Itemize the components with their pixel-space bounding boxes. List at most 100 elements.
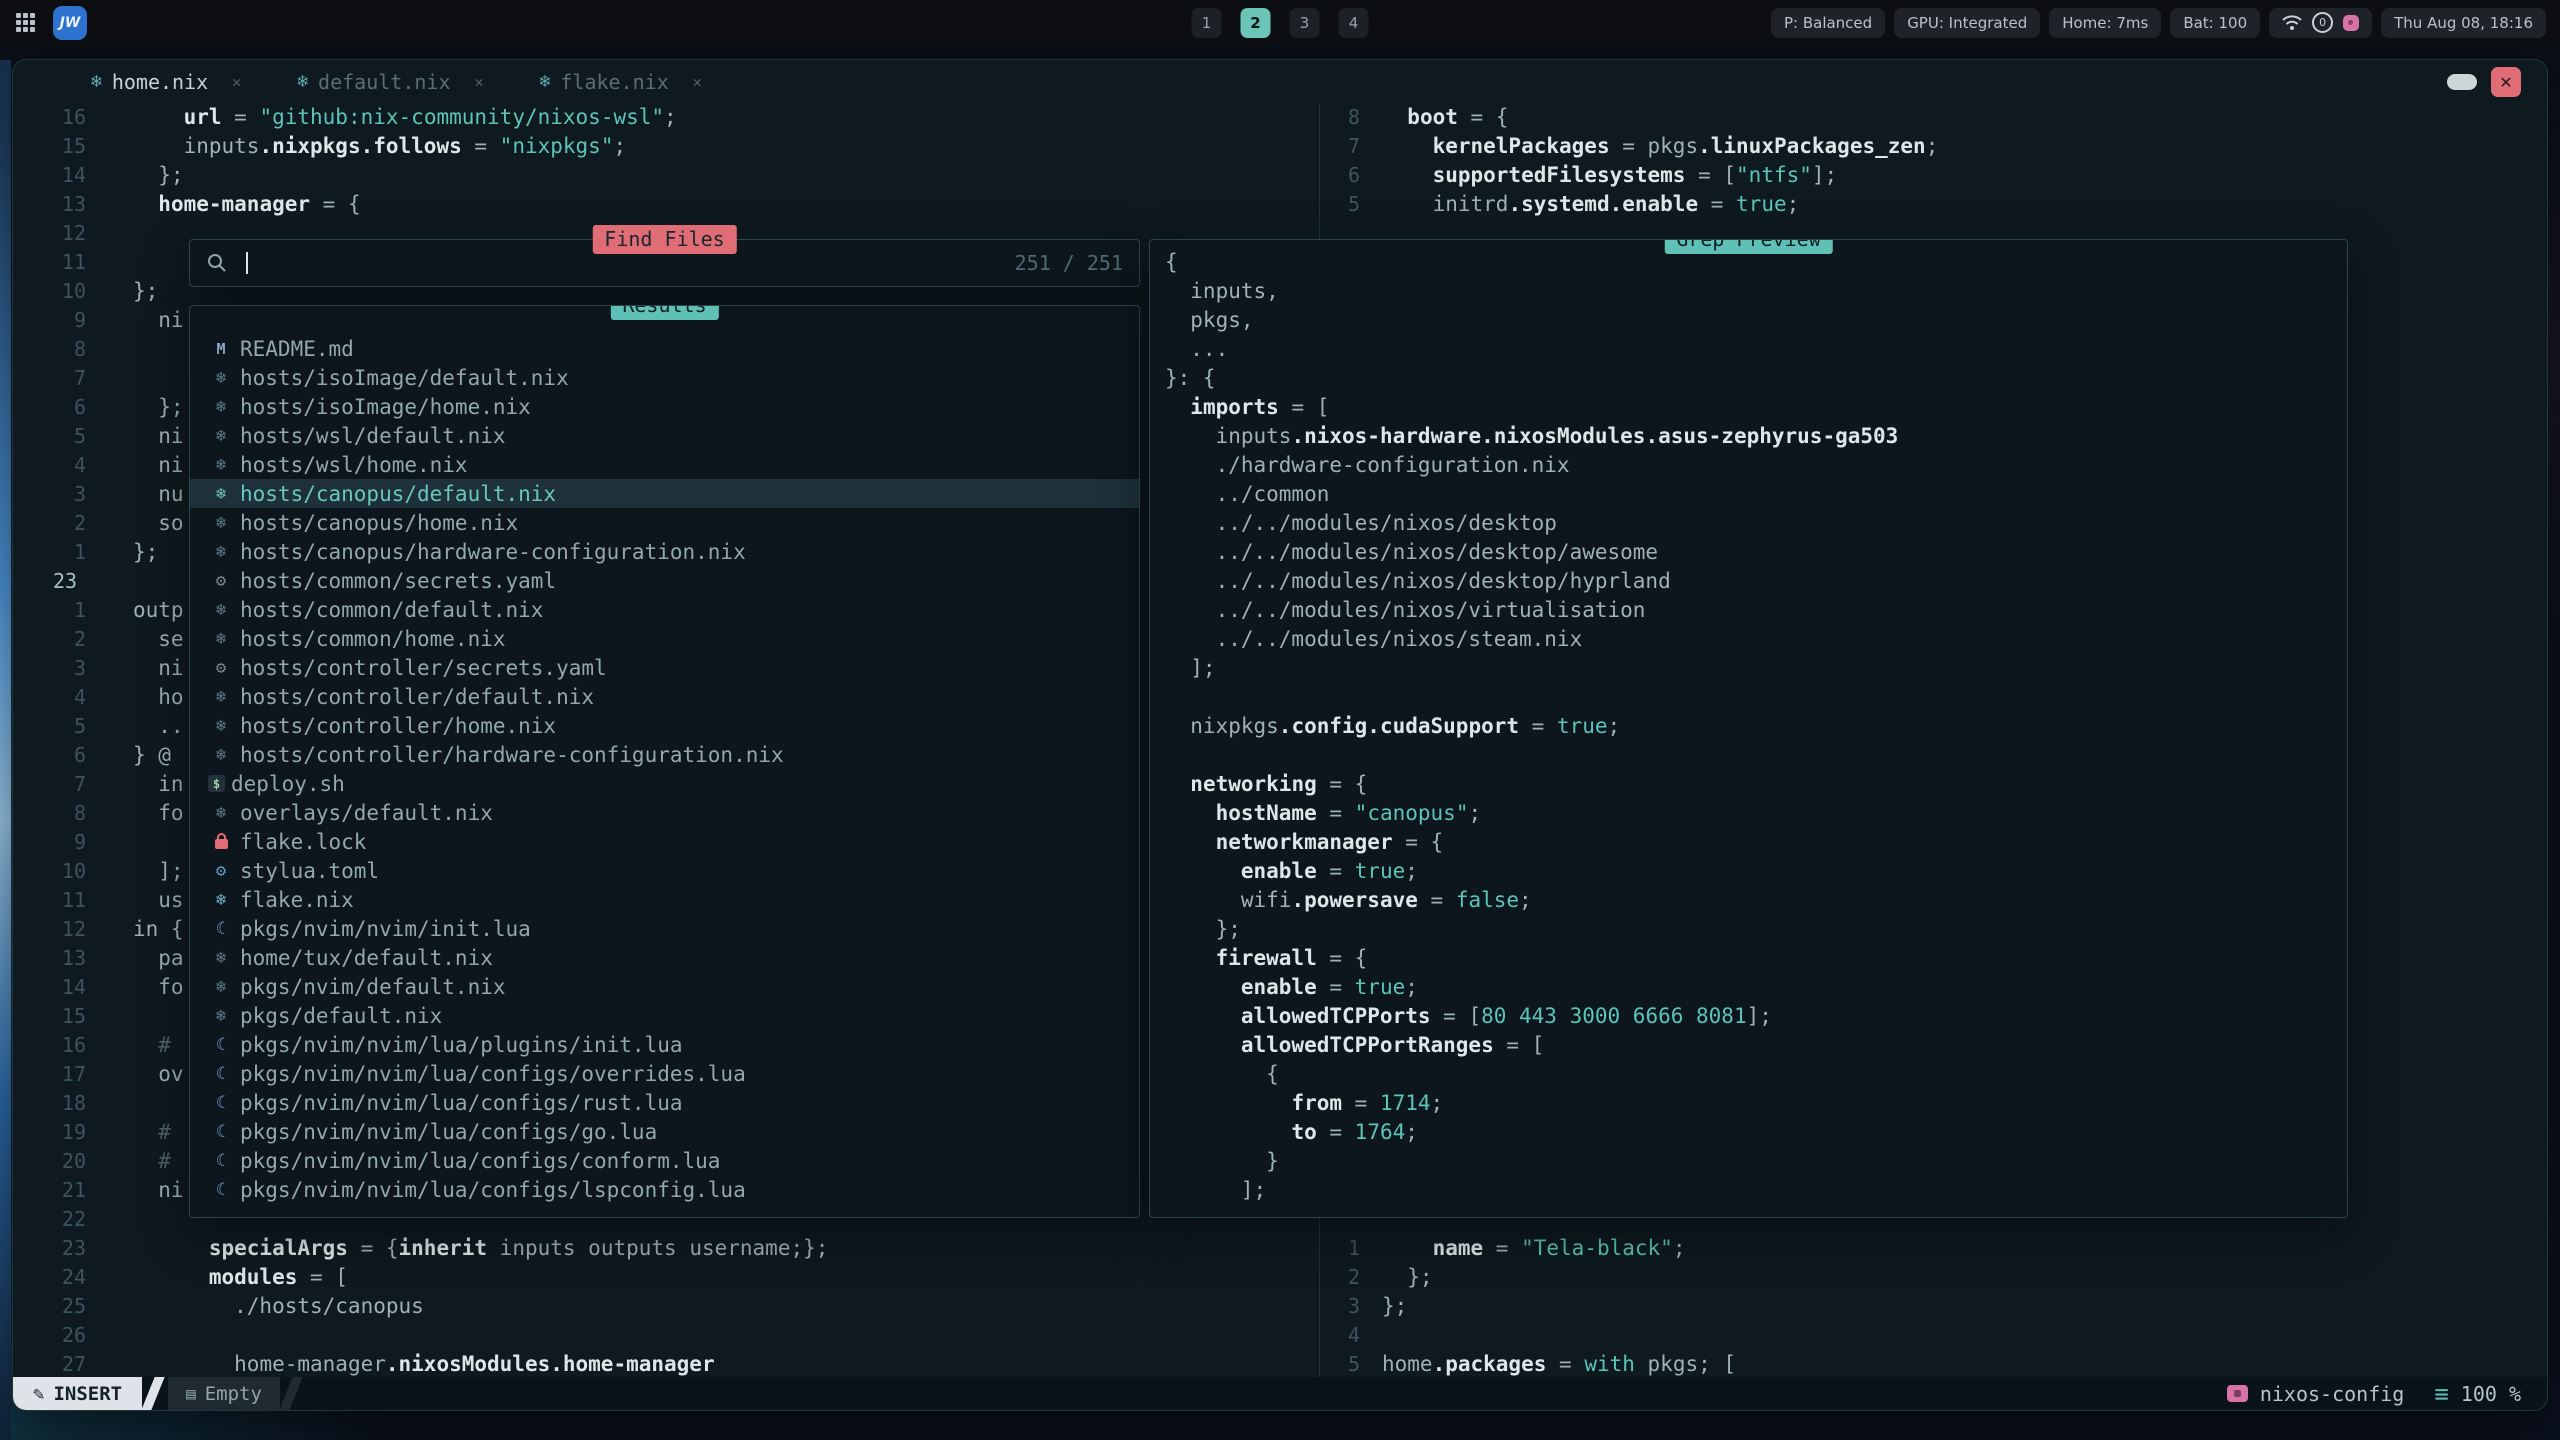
code-text: inputs,: [1165, 277, 1279, 306]
code-text: ../../modules/nixos/virtualisation: [1165, 596, 1645, 625]
result-item[interactable]: ❄hosts/isoImage/default.nix: [190, 363, 1139, 392]
nix-file-icon: ❄: [208, 595, 234, 624]
code-text: networking = {: [1165, 770, 1367, 799]
result-item[interactable]: ⚙stylua.toml: [190, 856, 1139, 885]
result-item[interactable]: ❄hosts/common/default.nix: [190, 595, 1139, 624]
workspace-switcher: 1234: [1192, 8, 1369, 38]
system-bar-left: JW: [16, 6, 87, 40]
tray-icons[interactable]: 0: [2269, 8, 2372, 38]
code-text: enable = true;: [1165, 973, 1418, 1002]
line-number: 1: [1320, 1234, 1360, 1263]
result-item[interactable]: ❄home/tux/default.nix: [190, 943, 1139, 972]
file-name: hosts/controller/secrets.yaml: [240, 656, 607, 680]
code-line: networking = {: [1165, 770, 2347, 799]
code-line: 3};: [1320, 1292, 2547, 1321]
file-name: pkgs/nvim/nvim/lua/plugins/init.lua: [240, 1033, 683, 1057]
system-bar-right: P: Balanced GPU: Integrated Home: 7ms Bat: …: [1771, 8, 2546, 38]
grep-preview-code: { inputs, pkgs, ...}: { imports = [ inpu…: [1165, 248, 2347, 1205]
code-text: }: {: [1165, 364, 1216, 393]
result-item[interactable]: ❄hosts/isoImage/home.nix: [190, 392, 1139, 421]
workspace-button-1[interactable]: 1: [1192, 8, 1222, 38]
result-item[interactable]: ❄pkgs/default.nix: [190, 1001, 1139, 1030]
tab-flake.nix[interactable]: ❄flake.nix✕: [540, 70, 702, 94]
result-item[interactable]: ❄hosts/canopus/home.nix: [190, 508, 1139, 537]
workspace-button-2[interactable]: 2: [1241, 8, 1271, 38]
code-line: 2 };: [1320, 1263, 2547, 1292]
code-text: allowedTCPPortRanges = [: [1165, 1031, 1544, 1060]
find-files-input[interactable]: Find Files 251 / 251: [189, 239, 1140, 287]
result-item[interactable]: ❄hosts/controller/default.nix: [190, 682, 1139, 711]
workspace-button-4[interactable]: 4: [1339, 8, 1369, 38]
code-text: home-manager.nixosModules.home-manager: [133, 1350, 715, 1379]
status-badge[interactable]: Bat: 100: [2170, 8, 2260, 38]
result-item[interactable]: ☾pkgs/nvim/nvim/lua/configs/rust.lua: [190, 1088, 1139, 1117]
status-badge[interactable]: GPU: Integrated: [1894, 8, 2040, 38]
result-item[interactable]: ❄hosts/controller/home.nix: [190, 711, 1139, 740]
result-item[interactable]: ❄hosts/canopus/default.nix: [190, 479, 1139, 508]
result-item[interactable]: ☾pkgs/nvim/nvim/lua/configs/go.lua: [190, 1117, 1139, 1146]
buffer-icon: ▤: [186, 1384, 196, 1403]
statusline-divider: [141, 1377, 164, 1410]
result-item[interactable]: ❄pkgs/nvim/default.nix: [190, 972, 1139, 1001]
tab-label: flake.nix: [560, 70, 668, 94]
result-item[interactable]: ❄hosts/canopus/hardware-configuration.ni…: [190, 537, 1139, 566]
code-line: 14 };: [13, 161, 1319, 190]
tab-default.nix[interactable]: ❄default.nix✕: [297, 70, 483, 94]
result-item[interactable]: ❄hosts/wsl/home.nix: [190, 450, 1139, 479]
result-item[interactable]: ❄overlays/default.nix: [190, 798, 1139, 827]
line-number: 6: [1320, 161, 1360, 190]
result-item[interactable]: ☾pkgs/nvim/nvim/lua/configs/overrides.lu…: [190, 1059, 1139, 1088]
line-number: 15: [13, 132, 89, 161]
result-item[interactable]: $deploy.sh: [190, 769, 1139, 798]
result-item[interactable]: ❄flake.nix: [190, 885, 1139, 914]
file-name: stylua.toml: [240, 859, 379, 883]
line-number: 5: [13, 712, 89, 741]
line-number: 1: [13, 596, 89, 625]
pencil-icon: ✎: [33, 1383, 44, 1405]
code-text: ../../modules/nixos/desktop/hyprland: [1165, 567, 1671, 596]
distro-logo[interactable]: JW: [53, 6, 87, 40]
tab-close-icon[interactable]: ✕: [475, 73, 484, 91]
code-text: ni: [133, 306, 184, 335]
result-item[interactable]: ☾pkgs/nvim/nvim/lua/plugins/init.lua: [190, 1030, 1139, 1059]
pin-toggle-icon[interactable]: [2447, 74, 2477, 90]
result-item[interactable]: MREADME.md: [190, 334, 1139, 363]
code-text: ../common: [1165, 480, 1329, 509]
tab-close-icon[interactable]: ✕: [232, 73, 241, 91]
tab-home.nix[interactable]: ❄home.nix✕: [91, 70, 241, 94]
window-close-button[interactable]: ✕: [2491, 67, 2521, 97]
code-text: };: [133, 277, 158, 306]
result-item[interactable]: ☾pkgs/nvim/nvim/lua/configs/lspconfig.lu…: [190, 1175, 1139, 1204]
shield-icon[interactable]: 0: [2312, 12, 2333, 33]
code-line: wifi.powersave = false;: [1165, 886, 2347, 915]
app-launcher-icon[interactable]: [16, 13, 35, 32]
file-name: flake.lock: [240, 830, 366, 854]
line-number: 2: [13, 625, 89, 654]
line-number: 7: [13, 770, 89, 799]
result-item[interactable]: ☾pkgs/nvim/nvim/init.lua: [190, 914, 1139, 943]
code-line: allowedTCPPortRanges = [: [1165, 1031, 2347, 1060]
status-badge[interactable]: P: Balanced: [1771, 8, 1885, 38]
code-text: ];: [1165, 1176, 1266, 1205]
editor-window: ❄home.nix✕❄default.nix✕❄flake.nix✕ ✕ 16 …: [12, 59, 2548, 1411]
sh-file-icon: $: [208, 775, 225, 792]
result-item[interactable]: ❄hosts/controller/hardware-configuration…: [190, 740, 1139, 769]
result-item[interactable]: ❄hosts/common/home.nix: [190, 624, 1139, 653]
code-line: ];: [1165, 654, 2347, 683]
result-item[interactable]: ☾pkgs/nvim/nvim/lua/configs/conform.lua: [190, 1146, 1139, 1175]
clock[interactable]: Thu Aug 08, 18:16: [2381, 8, 2546, 38]
tab-close-icon[interactable]: ✕: [693, 73, 702, 91]
result-item[interactable]: flake.lock: [190, 827, 1139, 856]
status-badge[interactable]: Home: 7ms: [2049, 8, 2161, 38]
result-item[interactable]: ⚙hosts/controller/secrets.yaml: [190, 653, 1139, 682]
nix-file-icon: ❄: [208, 392, 234, 421]
code-line: ./hardware-configuration.nix: [1165, 451, 2347, 480]
workspace-button-3[interactable]: 3: [1290, 8, 1320, 38]
code-line: {: [1165, 1060, 2347, 1089]
code-text: name = "Tela-black";: [1382, 1234, 1685, 1263]
result-item[interactable]: ❄hosts/wsl/default.nix: [190, 421, 1139, 450]
result-item[interactable]: ⚙hosts/common/secrets.yaml: [190, 566, 1139, 595]
code-line: firewall = {: [1165, 944, 2347, 973]
palette-icon[interactable]: [2343, 15, 2359, 31]
wifi-icon[interactable]: [2282, 15, 2302, 31]
